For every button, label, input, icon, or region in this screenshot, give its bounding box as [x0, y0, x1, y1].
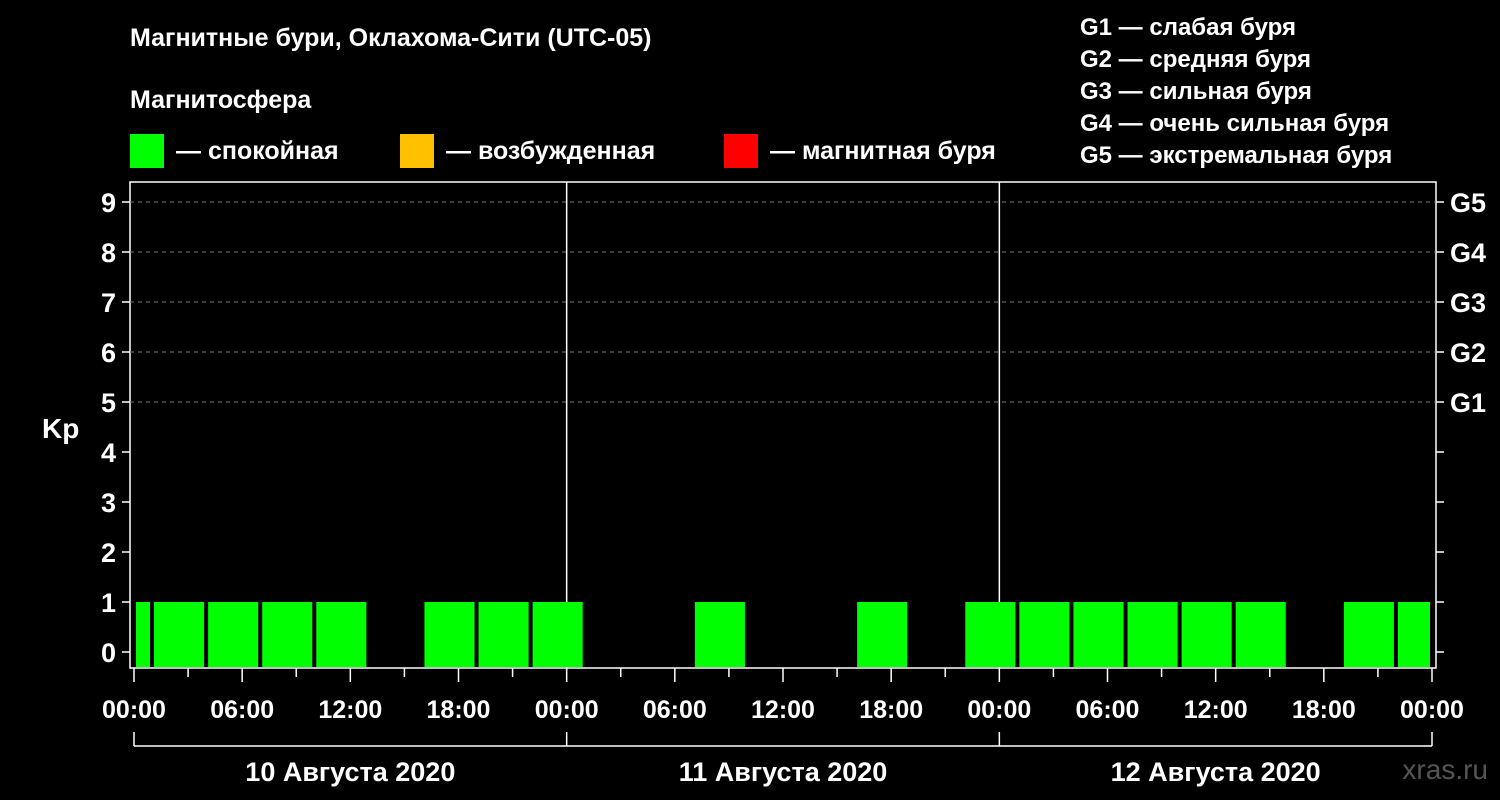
kp-bar [1073, 602, 1124, 667]
y-tick-label: 4 [101, 438, 116, 468]
x-tick-label: 00:00 [535, 696, 599, 724]
x-tick-label: 06:00 [210, 696, 274, 724]
x-tick-label: 18:00 [1292, 696, 1356, 724]
g-tick-label: G2 [1450, 338, 1486, 368]
g-tick-label: G1 [1450, 388, 1486, 418]
watermark: xras.ru [1402, 754, 1488, 785]
kp-chart: 0 1 2 3 4 5 6 7 8 9 G1 G2 G3 G4 G5 00:00 06:00 12:00 18:00… [101, 181, 1486, 787]
x-tick-label: 00:00 [967, 696, 1031, 724]
kp-bar [262, 602, 313, 667]
g-tick-label: G3 [1450, 288, 1486, 318]
kp-bar [316, 602, 367, 667]
x-tick-label: 06:00 [1076, 696, 1140, 724]
x-tick-label: 12:00 [1184, 696, 1248, 724]
y-tick-label: 6 [101, 338, 116, 368]
kp-bar [1397, 602, 1430, 667]
g-tick-label: G5 [1450, 188, 1486, 218]
day-label: 10 Августа 2020 [245, 757, 455, 787]
g-tick-label: G4 [1450, 238, 1486, 268]
x-tick-label: 00:00 [102, 696, 166, 724]
kp-bar [208, 602, 259, 667]
day-label: 11 Августа 2020 [679, 757, 888, 787]
kp-bar [532, 602, 583, 667]
kp-bar [424, 602, 475, 667]
kp-bar [154, 602, 205, 667]
x-tick-label: 06:00 [643, 696, 707, 724]
y-tick-label: 1 [101, 588, 116, 618]
y-tick-label: 9 [101, 188, 116, 218]
x-tick-label: 18:00 [859, 696, 923, 724]
kp-bar [478, 602, 529, 667]
kp-bar [1343, 602, 1394, 667]
kp-bar [965, 602, 1016, 667]
x-tick-label: 00:00 [1400, 696, 1464, 724]
kp-bar [1127, 602, 1178, 667]
x-tick-label: 12:00 [751, 696, 815, 724]
y-tick-label: 0 [101, 638, 116, 668]
y-tick-label: 7 [101, 288, 116, 318]
y-tick-label: 8 [101, 238, 116, 268]
kp-bar [694, 602, 745, 667]
day-label: 12 Августа 2020 [1111, 757, 1321, 787]
kp-bar [1181, 602, 1232, 667]
y-tick-label: 3 [101, 488, 116, 518]
kp-bar [136, 602, 151, 667]
x-tick-label: 18:00 [427, 696, 491, 724]
y-tick-label: 5 [101, 388, 116, 418]
x-tick-label: 12:00 [318, 696, 382, 724]
kp-bar [857, 602, 908, 667]
plot-frame [129, 181, 1437, 669]
kp-bar [1235, 602, 1286, 667]
y-tick-label: 2 [101, 538, 116, 568]
kp-bar [1019, 602, 1070, 667]
